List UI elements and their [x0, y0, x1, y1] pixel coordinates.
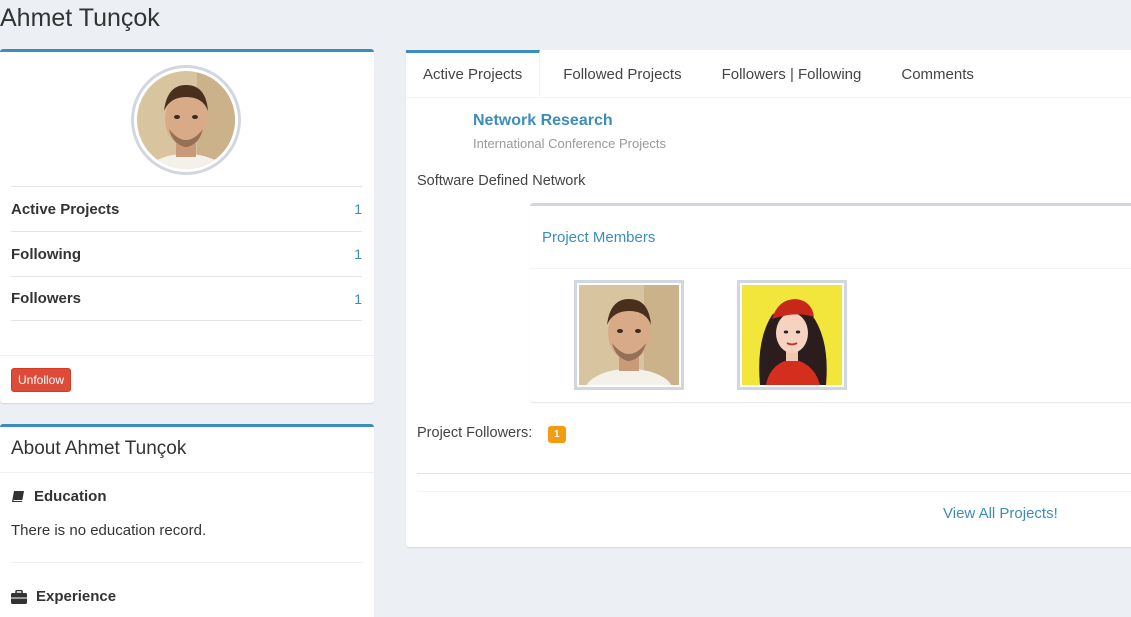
tab-followed-projects[interactable]: Followed Projects: [540, 50, 701, 98]
about-card: About Ahmet Tunçok Education There is no…: [0, 424, 374, 617]
stat-value[interactable]: 1: [354, 201, 362, 217]
user-photo-icon: [137, 71, 235, 169]
view-all-projects-link[interactable]: View All Projects!: [943, 505, 1058, 522]
project-followers-label: Project Followers:: [417, 425, 533, 441]
divider: [417, 473, 1131, 474]
profile-card: Active Projects 1 Following 1 Followers …: [0, 49, 374, 403]
divider: [0, 472, 374, 473]
education-text: There is no education record.: [11, 522, 207, 539]
tab-active-projects[interactable]: Active Projects: [406, 50, 541, 98]
stat-active-projects[interactable]: Active Projects 1: [11, 186, 362, 231]
stat-label: Followers: [11, 290, 82, 307]
education-heading: Education: [11, 488, 107, 505]
stat-followers[interactable]: Followers 1: [11, 276, 362, 321]
divider: [0, 355, 374, 356]
profile-stats: Active Projects 1 Following 1 Followers …: [11, 186, 362, 321]
divider: [417, 491, 1131, 492]
page-title: Ahmet Tunçok: [0, 4, 160, 32]
profile-avatar: [131, 65, 241, 175]
female-user-icon: [742, 285, 842, 385]
about-title: About Ahmet Tunçok: [11, 438, 187, 459]
male-user-icon: [579, 285, 679, 385]
member-avatar[interactable]: [737, 280, 847, 390]
tab-bar: Active Projects Followed Projects Follow…: [406, 50, 1131, 98]
stat-value[interactable]: 1: [354, 291, 362, 307]
experience-title: Experience: [36, 588, 117, 605]
unfollow-button[interactable]: Unfollow: [11, 368, 72, 392]
followers-count-badge: 1: [548, 426, 566, 443]
education-title: Education: [34, 488, 107, 505]
experience-heading: Experience: [11, 588, 116, 605]
divider: [11, 562, 363, 563]
briefcase-icon: [11, 589, 27, 604]
tab-followers-following[interactable]: Followers | Following: [702, 50, 882, 98]
divider: [530, 268, 1131, 269]
project-members-box: Project Members: [530, 203, 1131, 402]
project-title-link[interactable]: Network Research: [473, 112, 613, 130]
stat-value[interactable]: 1: [354, 246, 362, 262]
members-title: Project Members: [542, 229, 656, 246]
stat-label: Following: [11, 245, 81, 263]
tabs-panel: Active Projects Followed Projects Follow…: [406, 50, 1131, 547]
book-icon: [12, 490, 24, 502]
tab-comments[interactable]: Comments: [881, 50, 994, 98]
project-description: Software Defined Network: [417, 173, 586, 189]
project-subtitle: International Conference Projects: [473, 136, 666, 151]
stat-following[interactable]: Following 1: [11, 231, 362, 276]
stat-label: Active Projects: [11, 200, 120, 218]
member-avatar[interactable]: [574, 280, 684, 390]
